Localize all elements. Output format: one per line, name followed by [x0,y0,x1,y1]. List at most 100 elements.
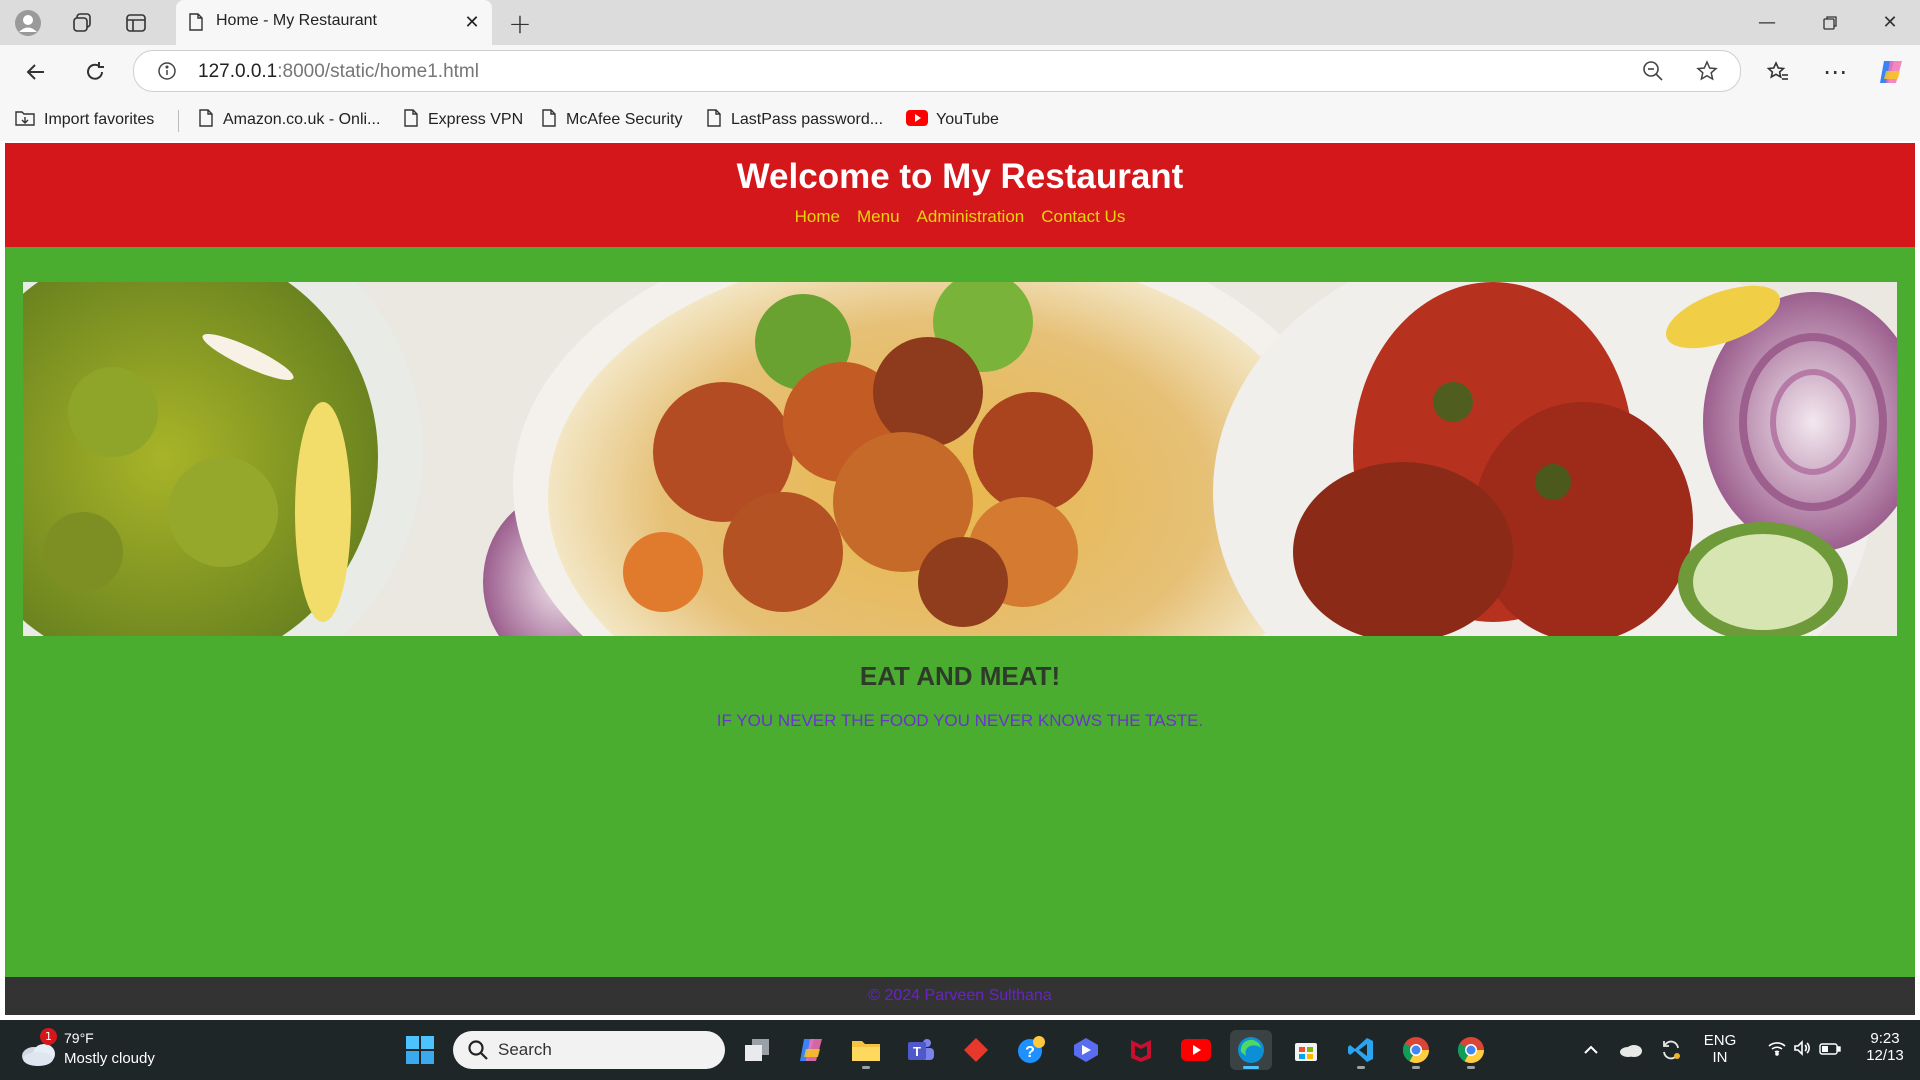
bookmark-label: LastPass password... [731,111,884,128]
running-indicator [1467,1066,1475,1069]
tab-bar: Home - My Restaurant ✕ + — ✕ [0,0,1920,45]
site-footer: © 2024 Parveen Sulthana [5,977,1915,1015]
system-status-icons[interactable] [1744,1030,1864,1070]
chrome-icon-2[interactable] [1450,1030,1492,1070]
region-code: IN [1712,1049,1728,1066]
workspaces-icon[interactable] [62,7,102,39]
bookmark-label: Amazon.co.uk - Onli... [223,111,381,128]
language-indicator[interactable]: ENG IN [1702,1032,1738,1066]
search-placeholder: Search [498,1040,552,1059]
page-icon [705,108,723,133]
mcafee-icon[interactable] [1120,1030,1162,1070]
help-icon[interactable]: ? [1010,1030,1052,1070]
wifi-icon [1767,1040,1787,1060]
battery-icon [1819,1041,1841,1060]
bookmark-label: YouTube [936,111,999,128]
close-window-button[interactable]: ✕ [1860,0,1920,45]
copilot-app-icon[interactable] [790,1030,832,1070]
tagline-subtext: IF YOU NEVER THE FOOD YOU NEVER KNOWS TH… [716,711,1204,730]
navigation-bar: 127.0.0.1:8000/static/home1.html ⋯ [0,45,1920,98]
page-viewport: Welcome to My Restaurant Home Menu Admin… [5,143,1915,1015]
clock-date: 12/13 [1866,1047,1904,1064]
edge-icon[interactable] [1230,1030,1272,1070]
microsoft-store-icon[interactable] [1285,1030,1327,1070]
weather-widget[interactable]: 1 79°F Mostly cloudy [20,1028,180,1074]
bookmark-label: Import favorites [44,111,155,128]
page-icon [186,12,206,32]
site-info-icon[interactable] [152,57,182,85]
running-indicator [862,1066,870,1069]
running-indicator [1357,1066,1365,1069]
bookmark-mcafee[interactable]: McAfee Security [540,108,682,132]
teams-icon[interactable]: T [900,1030,942,1070]
svg-text:?: ? [1025,1044,1035,1061]
red-diamond-app-icon[interactable] [955,1030,997,1070]
weather-description: Mostly cloudy [64,1050,155,1067]
onedrive-icon[interactable] [1610,1030,1652,1070]
vscode-icon[interactable] [1340,1030,1382,1070]
sync-icon[interactable] [1650,1030,1692,1070]
bookmark-youtube[interactable]: YouTube [906,108,999,132]
new-tab-button[interactable]: + [500,7,540,40]
taskbar-search[interactable]: Search [453,1031,725,1069]
site-header: Welcome to My Restaurant Home Menu Admin… [5,143,1915,247]
youtube-app-icon[interactable] [1175,1030,1217,1070]
youtube-icon [906,109,928,131]
nav-link-menu[interactable]: Menu [857,207,900,227]
running-indicator [1243,1066,1259,1069]
more-options-icon[interactable]: ⋯ [1815,53,1855,91]
zoom-out-icon[interactable] [1638,57,1668,85]
active-tab[interactable]: Home - My Restaurant ✕ [176,0,492,45]
bookmark-amazon[interactable]: Amazon.co.uk - Onli... [197,108,380,132]
copilot-icon[interactable] [1871,53,1911,91]
nav-link-contact-us[interactable]: Contact Us [1041,207,1125,227]
nav-link-home[interactable]: Home [795,207,840,227]
bookmark-import-favorites[interactable]: Import favorites [14,108,154,132]
page-icon [540,108,558,133]
power-automate-icon[interactable] [1065,1030,1107,1070]
hero-food-image [23,282,1897,636]
bookmark-lastpass[interactable]: LastPass password... [705,108,883,132]
bookmark-label: McAfee Security [566,111,683,128]
tab-title: Home - My Restaurant [216,12,377,29]
url-text[interactable]: 127.0.0.1:8000/static/home1.html [198,61,479,83]
vertical-tabs-icon[interactable] [116,7,156,39]
svg-text:T: T [913,1044,921,1059]
site-nav: Home Menu Administration Contact Us [5,207,1915,227]
tagline-heading: EAT AND MEAT! [859,661,1061,691]
running-indicator [1412,1066,1420,1069]
chevron-up-icon[interactable] [1570,1030,1612,1070]
favorites-icon[interactable] [1758,53,1798,91]
refresh-button[interactable] [75,53,115,91]
clock-time: 9:23 [1870,1030,1900,1047]
url-host: 127.0.0.1 [198,61,278,82]
page-title: Welcome to My Restaurant [736,157,1184,196]
restore-button[interactable] [1800,0,1860,45]
clock[interactable]: 9:23 12/13 [1860,1030,1910,1064]
weather-temperature: 79°F [64,1030,94,1046]
footer-copyright: © 2024 Parveen Sulthana [868,987,1052,1004]
page-icon [197,108,215,133]
volume-icon [1793,1040,1813,1060]
bookmarks-bar: Import favorites Amazon.co.uk - Onli... … [0,98,1920,141]
file-explorer-icon[interactable] [845,1030,887,1070]
search-icon [467,1039,489,1065]
url-path: :8000/static/home1.html [277,61,479,82]
profile-icon[interactable] [8,7,48,39]
chrome-icon[interactable] [1395,1030,1437,1070]
start-button[interactable] [399,1030,441,1070]
minimize-button[interactable]: — [1737,0,1797,45]
language-code: ENG [1703,1032,1737,1049]
bookmark-separator [178,110,179,132]
address-bar[interactable]: 127.0.0.1:8000/static/home1.html [133,50,1741,92]
favorite-star-icon[interactable] [1692,57,1722,85]
weather-alert-badge: 1 [40,1028,57,1045]
nav-link-administration[interactable]: Administration [917,207,1025,227]
close-tab-icon[interactable]: ✕ [458,8,486,36]
back-button[interactable] [16,53,56,91]
bookmark-label: Express VPN [428,111,524,128]
import-icon [14,108,36,133]
bookmark-express-vpn[interactable]: Express VPN [402,108,523,132]
taskbar: 1 79°F Mostly cloudy Search T ? ENG IN 9… [0,1020,1920,1080]
task-view-icon[interactable] [736,1030,778,1070]
